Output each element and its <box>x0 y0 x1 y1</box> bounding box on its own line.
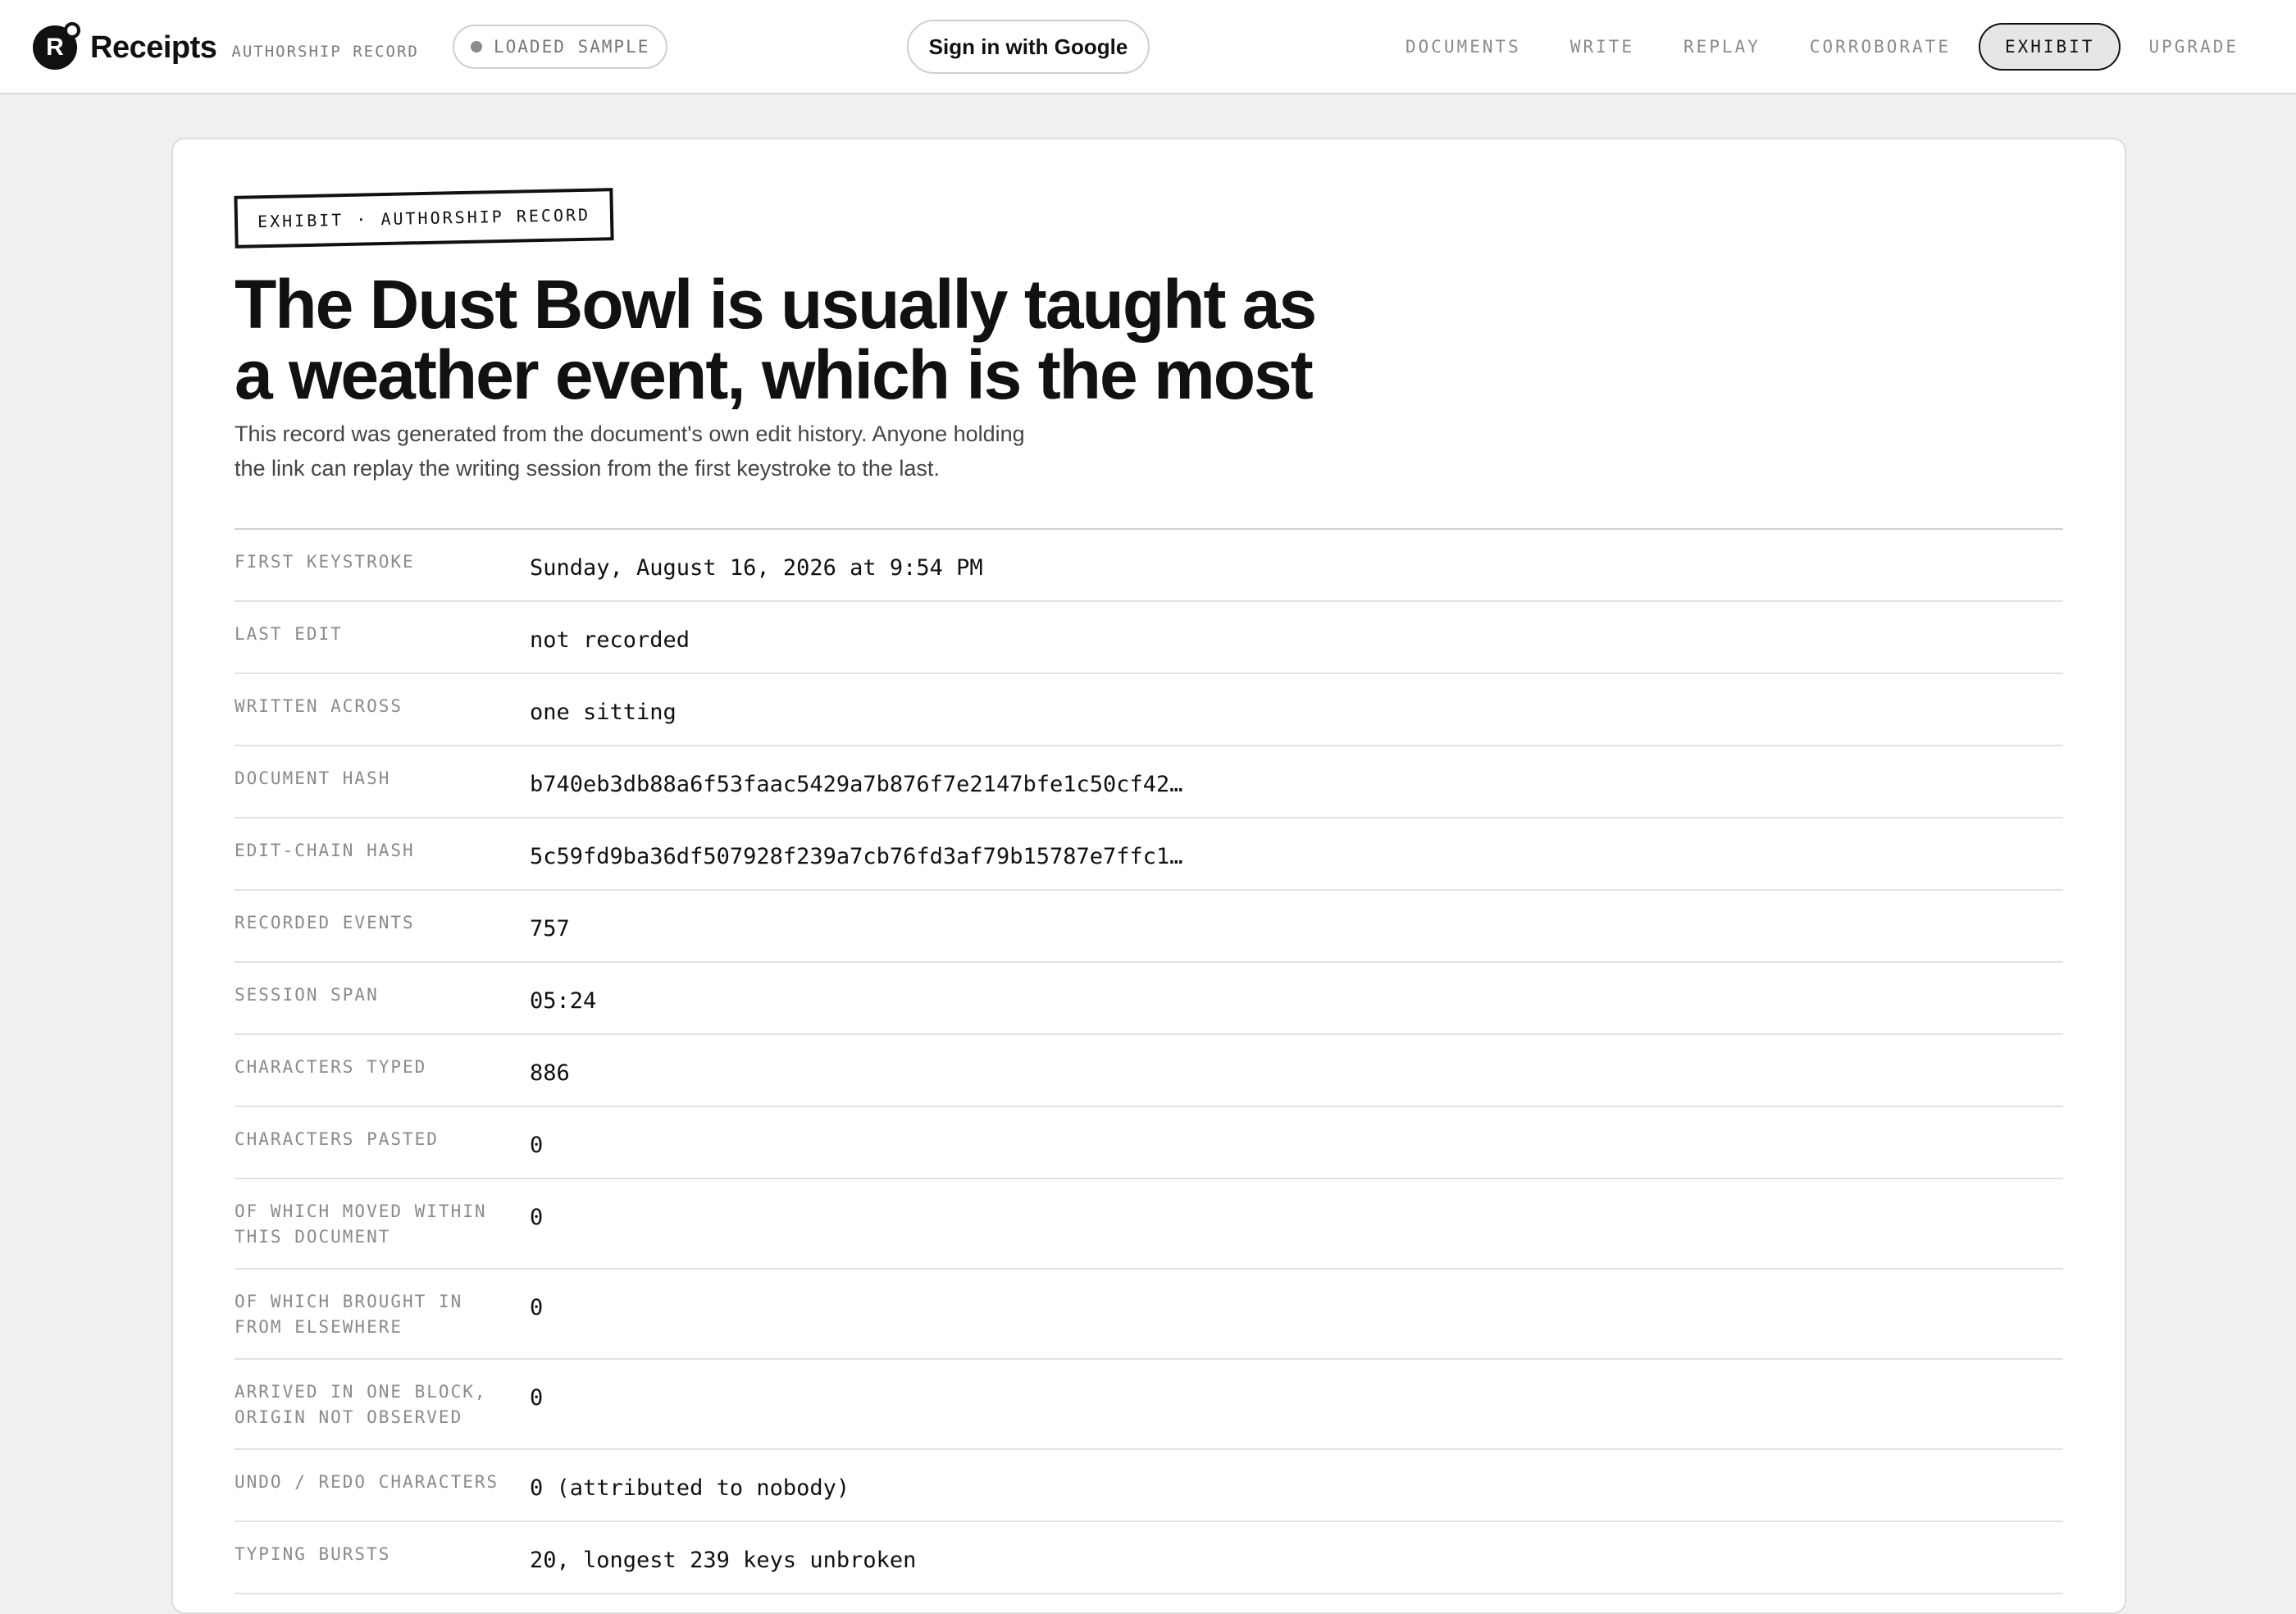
record-row-typing-bursts: TYPING BURSTS 20, longest 239 keys unbro… <box>235 1522 2063 1594</box>
record-label: DOCUMENT HASH <box>235 768 391 788</box>
record-label: OF WHICH BROUGHT IN FROM ELSEWHERE <box>235 1292 463 1337</box>
record-row-undo-redo: UNDO / REDO CHARACTERS 0 (attributed to … <box>235 1450 2063 1522</box>
nav-write[interactable]: WRITE <box>1546 23 1659 71</box>
record-value: 05:24 <box>530 988 597 1014</box>
record-row-characters-typed: CHARACTERS TYPED 886 <box>235 1035 2063 1107</box>
record-label: OF WHICH MOVED WITHIN THIS DOCUMENT <box>235 1201 487 1247</box>
document-title: The Dust Bowl is usually taught as a wea… <box>235 266 1317 413</box>
record-row-characters-pasted: CHARACTERS PASTED 0 <box>235 1107 2063 1179</box>
record-label: TYPING BURSTS <box>235 1544 391 1564</box>
nav-exhibit[interactable]: EXHIBIT <box>1978 23 2121 71</box>
status-dot-icon <box>471 41 482 52</box>
receipts-logo-icon: R <box>33 22 80 70</box>
nav-upgrade[interactable]: UPGRADE <box>2124 23 2263 71</box>
record-row-moved-within: OF WHICH MOVED WITHIN THIS DOCUMENT 0 <box>235 1179 2063 1270</box>
record-value[interactable]: b740eb3db88a6f53faac5429a7b876f7e2147bfe… <box>530 766 1183 799</box>
exhibit-card: EXHIBIT · AUTHORSHIP RECORD The Dust Bow… <box>171 138 2126 1614</box>
record-row-recorded-events: RECORDED EVENTS 757 <box>235 891 2063 963</box>
record-row-session-span: SESSION SPAN 05:24 <box>235 963 2063 1035</box>
logo-letter: R <box>46 34 64 61</box>
record-value: Sunday, August 16, 2026 at 9:54 PM <box>530 555 983 581</box>
sign-in-google-button[interactable]: Sign in with Google <box>907 20 1150 74</box>
brand-name: Receipts <box>90 30 217 65</box>
record-row-brought-in: OF WHICH BROUGHT IN FROM ELSEWHERE 0 <box>235 1270 2063 1360</box>
record-label: SESSION SPAN <box>235 985 379 1005</box>
record-value: 0 <box>530 1295 544 1320</box>
record-label: LAST EDIT <box>235 624 343 644</box>
logo-dot-icon <box>64 22 80 39</box>
main-nav: DOCUMENTS WRITE REPLAY CORROBORATE EXHIB… <box>1381 23 2263 71</box>
record-value: 0 (attributed to nobody) <box>530 1475 850 1501</box>
record-row-edit-chain-hash: EDIT-CHAIN HASH 5c59fd9ba36df507928f239a… <box>235 818 2063 891</box>
record-description: This record was generated from the docum… <box>235 422 1025 481</box>
record-row-one-block: ARRIVED IN ONE BLOCK, ORIGIN NOT OBSERVE… <box>235 1360 2063 1450</box>
record-label: WRITTEN ACROSS <box>235 696 403 716</box>
brand[interactable]: R Receipts AUTHORSHIP RECORD <box>33 22 419 72</box>
record-value: 20, longest 239 keys unbroken <box>530 1548 917 1573</box>
exhibit-content: EXHIBIT · AUTHORSHIP RECORD The Dust Bow… <box>234 188 2063 1594</box>
record-row-written-across: WRITTEN ACROSS one sitting <box>235 674 2063 746</box>
record-label: FIRST KEYSTROKE <box>235 552 415 572</box>
record-label: ARRIVED IN ONE BLOCK, ORIGIN NOT OBSERVE… <box>235 1382 487 1427</box>
record-value: 0 <box>530 1385 544 1411</box>
record-row-first-keystroke: FIRST KEYSTROKE Sunday, August 16, 2026 … <box>235 530 2063 602</box>
exhibit-stamp: EXHIBIT · AUTHORSHIP RECORD <box>234 188 614 248</box>
nav-replay[interactable]: REPLAY <box>1659 23 1785 71</box>
loaded-sample-label: LOADED SAMPLE <box>494 37 650 57</box>
record-value: 757 <box>530 916 570 942</box>
record-value: 0 <box>530 1133 544 1158</box>
authorship-record-table: FIRST KEYSTROKE Sunday, August 16, 2026 … <box>235 528 2063 1594</box>
record-row-last-edit: LAST EDIT not recorded <box>235 602 2063 674</box>
record-label: RECORDED EVENTS <box>235 913 415 932</box>
loaded-sample-badge: LOADED SAMPLE <box>453 25 668 69</box>
top-bar: R Receipts AUTHORSHIP RECORD LOADED SAMP… <box>0 0 2296 94</box>
record-label: EDIT-CHAIN HASH <box>235 841 415 860</box>
record-label: UNDO / REDO CHARACTERS <box>235 1472 499 1492</box>
nav-documents[interactable]: DOCUMENTS <box>1381 23 1546 71</box>
record-value: 886 <box>530 1060 570 1086</box>
nav-corroborate[interactable]: CORROBORATE <box>1785 23 1975 71</box>
brand-subtitle: AUTHORSHIP RECORD <box>231 43 419 61</box>
record-label: CHARACTERS PASTED <box>235 1129 439 1149</box>
record-row-document-hash: DOCUMENT HASH b740eb3db88a6f53faac5429a7… <box>235 746 2063 818</box>
record-value: one sitting <box>530 700 676 725</box>
record-value[interactable]: 5c59fd9ba36df507928f239a7cb76fd3af79b157… <box>530 838 1183 871</box>
record-label: CHARACTERS TYPED <box>235 1057 427 1077</box>
record-value: 0 <box>530 1205 544 1230</box>
record-value: not recorded <box>530 627 690 653</box>
